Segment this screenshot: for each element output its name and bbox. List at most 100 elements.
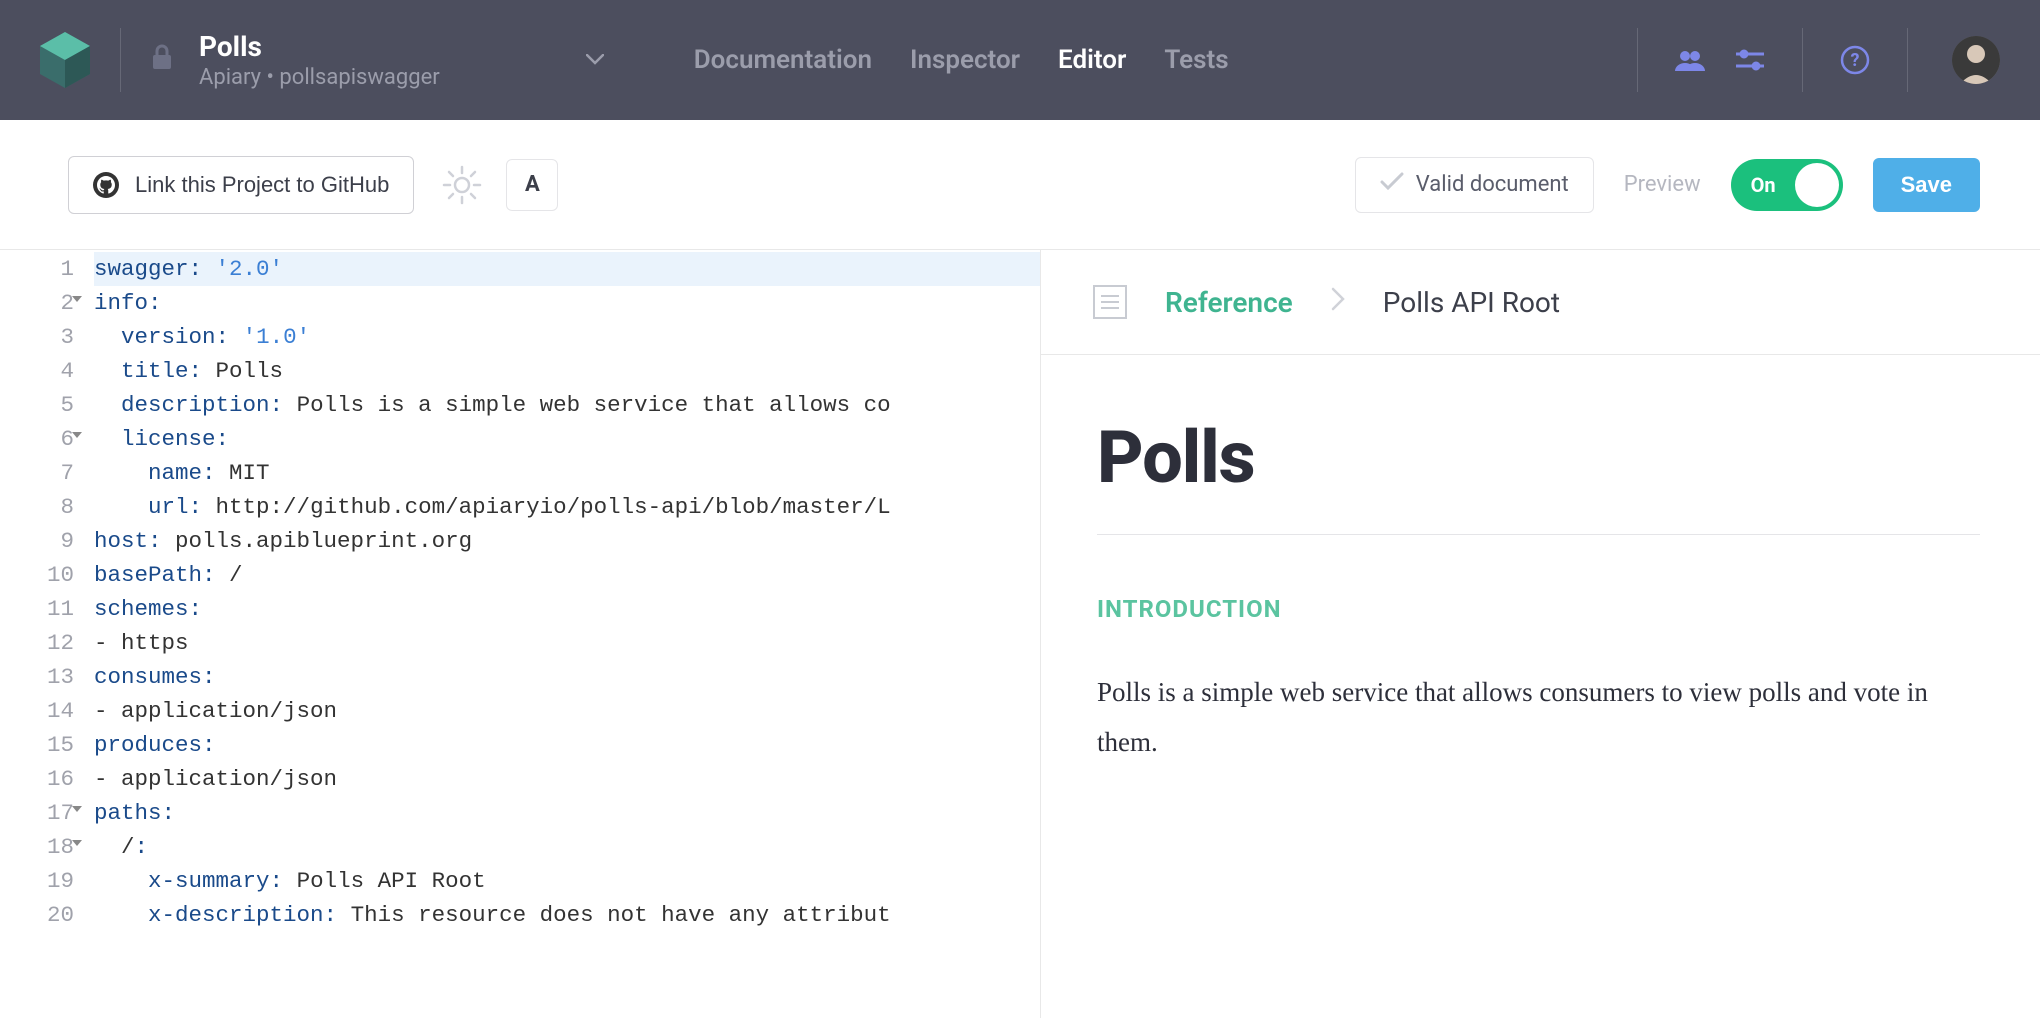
breadcrumb-current: Polls API Root <box>1383 286 1560 319</box>
line-number: 1 <box>0 252 80 286</box>
nav-tabs: Documentation Inspector Editor Tests <box>694 45 1229 75</box>
divider <box>1097 534 1980 535</box>
line-number: 16 <box>0 762 80 796</box>
code-line[interactable]: host: polls.apiblueprint.org <box>94 524 1040 558</box>
help-icon[interactable]: ? <box>1837 42 1873 78</box>
fold-icon[interactable] <box>72 840 82 846</box>
code-line[interactable]: schemes: <box>94 592 1040 626</box>
line-number: 11 <box>0 592 80 626</box>
theme-toggle-icon[interactable] <box>442 165 482 205</box>
app-header: Polls Apiary • pollsapiswagger Documenta… <box>0 0 2040 120</box>
project-names: Polls Apiary • pollsapiswagger <box>199 30 440 90</box>
preview-label: Preview <box>1624 172 1701 197</box>
toggle-knob <box>1795 163 1839 207</box>
chevron-down-icon <box>586 51 604 70</box>
tab-documentation[interactable]: Documentation <box>694 45 872 75</box>
code-line[interactable]: swagger: '2.0' <box>94 252 1040 286</box>
code-line[interactable]: name: MIT <box>94 456 1040 490</box>
editor-toolbar: Link this Project to GitHub A Valid docu… <box>0 120 2040 250</box>
divider <box>120 28 121 92</box>
divider <box>1907 28 1908 92</box>
divider <box>1637 28 1638 92</box>
save-button-label: Save <box>1901 172 1952 197</box>
line-number: 7 <box>0 456 80 490</box>
code-line[interactable]: - application/json <box>94 762 1040 796</box>
line-number: 9 <box>0 524 80 558</box>
code-line[interactable]: - https <box>94 626 1040 660</box>
line-number: 13 <box>0 660 80 694</box>
validation-label: Valid document <box>1416 172 1569 197</box>
line-number: 8 <box>0 490 80 524</box>
toc-icon[interactable] <box>1093 285 1127 319</box>
code-line[interactable]: url: http://github.com/apiaryio/polls-ap… <box>94 490 1040 524</box>
toggle-label: On <box>1751 173 1776 197</box>
code-line[interactable]: info: <box>94 286 1040 320</box>
logo-block <box>40 32 90 88</box>
line-number: 19 <box>0 864 80 898</box>
line-number: 2 <box>0 286 80 320</box>
code-line[interactable]: - application/json <box>94 694 1040 728</box>
settings-icon[interactable] <box>1732 42 1768 78</box>
svg-text:?: ? <box>1851 50 1860 71</box>
line-number: 3 <box>0 320 80 354</box>
code-line[interactable]: paths: <box>94 796 1040 830</box>
team-icon[interactable] <box>1672 42 1708 78</box>
header-right: ? <box>1615 28 2000 92</box>
line-number: 10 <box>0 558 80 592</box>
main-split: 1234567891011121314151617181920 swagger:… <box>0 250 2040 1018</box>
line-number: 17 <box>0 796 80 830</box>
line-number: 20 <box>0 898 80 932</box>
line-number: 6 <box>0 422 80 456</box>
tab-inspector[interactable]: Inspector <box>910 45 1020 75</box>
fold-icon[interactable] <box>72 432 82 438</box>
code-line[interactable]: basePath: / <box>94 558 1040 592</box>
section-heading: INTRODUCTION <box>1097 595 1980 623</box>
project-title: Polls <box>199 30 440 63</box>
code-line[interactable]: version: '1.0' <box>94 320 1040 354</box>
validation-status[interactable]: Valid document <box>1355 157 1594 213</box>
line-number: 18 <box>0 830 80 864</box>
intro-paragraph: Polls is a simple web service that allow… <box>1097 667 1980 767</box>
code-line[interactable]: consumes: <box>94 660 1040 694</box>
lock-icon <box>151 44 173 77</box>
line-number: 4 <box>0 354 80 388</box>
code-line[interactable]: x-description: This resource does not ha… <box>94 898 1040 932</box>
line-number: 12 <box>0 626 80 660</box>
code-line[interactable]: produces: <box>94 728 1040 762</box>
project-subtitle: Apiary • pollsapiswagger <box>199 65 440 90</box>
fold-icon[interactable] <box>72 296 82 302</box>
tab-editor[interactable]: Editor <box>1058 45 1126 75</box>
code-line[interactable]: title: Polls <box>94 354 1040 388</box>
apiary-logo-icon[interactable] <box>40 32 90 88</box>
line-gutter: 1234567891011121314151617181920 <box>0 250 80 1018</box>
code-line[interactable]: description: Polls is a simple web servi… <box>94 388 1040 422</box>
document-body: Polls INTRODUCTION Polls is a simple web… <box>1041 355 2040 767</box>
line-number: 5 <box>0 388 80 422</box>
check-icon <box>1380 172 1404 198</box>
breadcrumb-reference[interactable]: Reference <box>1165 286 1293 319</box>
preview-toggle[interactable]: On <box>1731 159 1843 211</box>
github-icon <box>93 172 119 198</box>
code-body[interactable]: swagger: '2.0'info: version: '1.0' title… <box>80 250 1040 1018</box>
font-button-label: A <box>525 172 540 197</box>
preview-pane: Reference Polls API Root Polls INTRODUCT… <box>1040 250 2040 1018</box>
project-selector[interactable]: Polls Apiary • pollsapiswagger <box>151 30 604 90</box>
fold-icon[interactable] <box>72 806 82 812</box>
code-editor[interactable]: 1234567891011121314151617181920 swagger:… <box>0 250 1040 1018</box>
line-number: 14 <box>0 694 80 728</box>
code-line[interactable]: x-summary: Polls API Root <box>94 864 1040 898</box>
code-line[interactable]: license: <box>94 422 1040 456</box>
link-github-label: Link this Project to GitHub <box>135 172 389 198</box>
doc-title: Polls <box>1097 415 1980 500</box>
save-button[interactable]: Save <box>1873 158 1980 212</box>
line-number: 15 <box>0 728 80 762</box>
code-line[interactable]: /: <box>94 830 1040 864</box>
chevron-right-icon <box>1331 287 1345 318</box>
font-button[interactable]: A <box>506 159 558 211</box>
user-avatar[interactable] <box>1952 36 2000 84</box>
tab-tests[interactable]: Tests <box>1164 45 1228 75</box>
toolbar-right: Valid document Preview On Save <box>1355 157 1980 213</box>
divider <box>1802 28 1803 92</box>
link-github-button[interactable]: Link this Project to GitHub <box>68 156 414 214</box>
breadcrumb-bar: Reference Polls API Root <box>1041 250 2040 355</box>
